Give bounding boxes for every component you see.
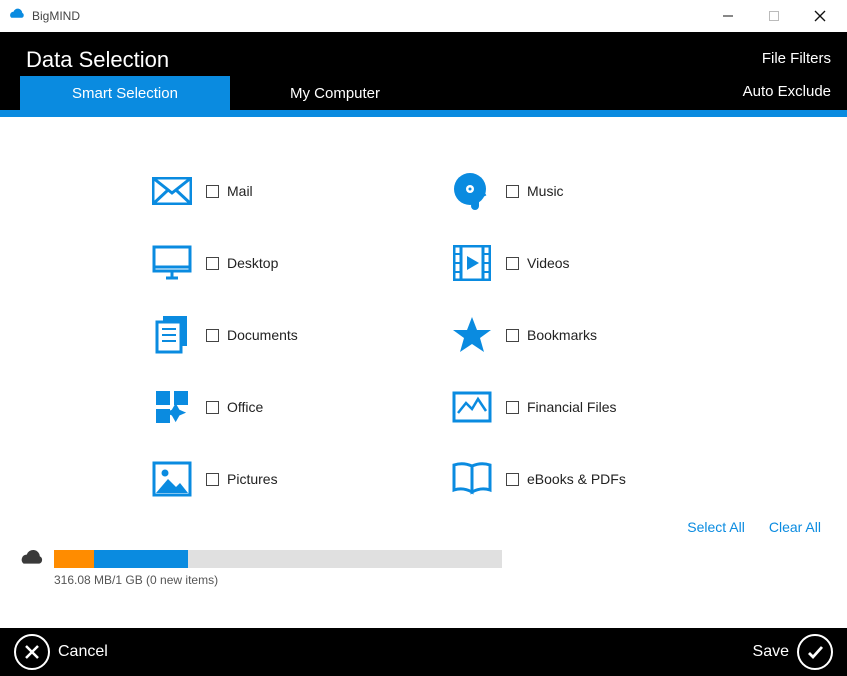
music-label: Music (527, 183, 564, 199)
bookmarks-checkbox[interactable] (506, 329, 519, 342)
pictures-icon (150, 457, 194, 501)
mail-label: Mail (227, 183, 253, 199)
cancel-button[interactable]: Cancel (14, 634, 108, 670)
file-filters-link[interactable]: File Filters (762, 50, 831, 67)
mail-icon (150, 169, 194, 213)
music-checkbox[interactable] (506, 185, 519, 198)
footer: Cancel Save (0, 628, 847, 676)
auto-exclude-link[interactable]: Auto Exclude (743, 83, 831, 100)
financial-icon (450, 385, 494, 429)
minimize-button[interactable] (705, 0, 751, 32)
desktop-icon (150, 241, 194, 285)
category-office[interactable]: Office (150, 371, 450, 443)
storage-panel: 316.08 MB/1 GB (0 new items) (18, 549, 829, 587)
category-documents[interactable]: Documents (150, 299, 450, 371)
page-title: Data Selection (26, 47, 169, 73)
office-checkbox[interactable] (206, 401, 219, 414)
tab-smart-selection[interactable]: Smart Selection (20, 76, 230, 110)
category-desktop[interactable]: Desktop (150, 227, 450, 299)
content: Mail Music Desktop Videos (0, 117, 847, 628)
ebooks-label: eBooks & PDFs (527, 471, 626, 487)
documents-icon (150, 313, 194, 357)
category-financial[interactable]: Financial Files (450, 371, 750, 443)
cancel-icon (14, 634, 50, 670)
app-cloud-icon (8, 7, 26, 25)
app-title: BigMIND (32, 9, 80, 23)
title-bar: BigMIND (0, 0, 847, 32)
financial-label: Financial Files (527, 399, 616, 415)
storage-cloud-icon (18, 549, 46, 569)
select-all-link[interactable]: Select All (687, 519, 745, 535)
ebooks-checkbox[interactable] (506, 473, 519, 486)
clear-all-link[interactable]: Clear All (769, 519, 821, 535)
desktop-label: Desktop (227, 255, 278, 271)
office-icon (150, 385, 194, 429)
save-button[interactable]: Save (753, 634, 833, 670)
tab-my-computer[interactable]: My Computer (230, 76, 440, 110)
mail-checkbox[interactable] (206, 185, 219, 198)
ebooks-icon (450, 457, 494, 501)
storage-segment-used-1 (54, 550, 94, 568)
category-mail[interactable]: Mail (150, 155, 450, 227)
cancel-label: Cancel (58, 643, 108, 661)
tabs: Smart Selection My Computer (20, 76, 440, 110)
category-bookmarks[interactable]: Bookmarks (450, 299, 750, 371)
category-videos[interactable]: Videos (450, 227, 750, 299)
music-icon (450, 169, 494, 213)
category-ebooks[interactable]: eBooks & PDFs (450, 443, 750, 515)
category-pictures[interactable]: Pictures (150, 443, 450, 515)
videos-checkbox[interactable] (506, 257, 519, 270)
documents-label: Documents (227, 327, 298, 343)
videos-icon (450, 241, 494, 285)
videos-label: Videos (527, 255, 570, 271)
office-label: Office (227, 399, 263, 415)
storage-bar (54, 550, 502, 568)
maximize-button[interactable] (751, 0, 797, 32)
pictures-label: Pictures (227, 471, 278, 487)
category-music[interactable]: Music (450, 155, 750, 227)
bulk-actions: Select All Clear All (687, 519, 821, 535)
bookmarks-icon (450, 313, 494, 357)
documents-checkbox[interactable] (206, 329, 219, 342)
bookmarks-label: Bookmarks (527, 327, 597, 343)
desktop-checkbox[interactable] (206, 257, 219, 270)
storage-segment-used-2 (94, 550, 188, 568)
save-label: Save (753, 643, 789, 661)
header: Data Selection File Filters Auto Exclude… (0, 32, 847, 110)
accent-bar (0, 110, 847, 117)
pictures-checkbox[interactable] (206, 473, 219, 486)
category-grid: Mail Music Desktop Videos (150, 155, 847, 515)
close-button[interactable] (797, 0, 843, 32)
storage-text: 316.08 MB/1 GB (0 new items) (54, 573, 829, 587)
financial-checkbox[interactable] (506, 401, 519, 414)
save-icon (797, 634, 833, 670)
